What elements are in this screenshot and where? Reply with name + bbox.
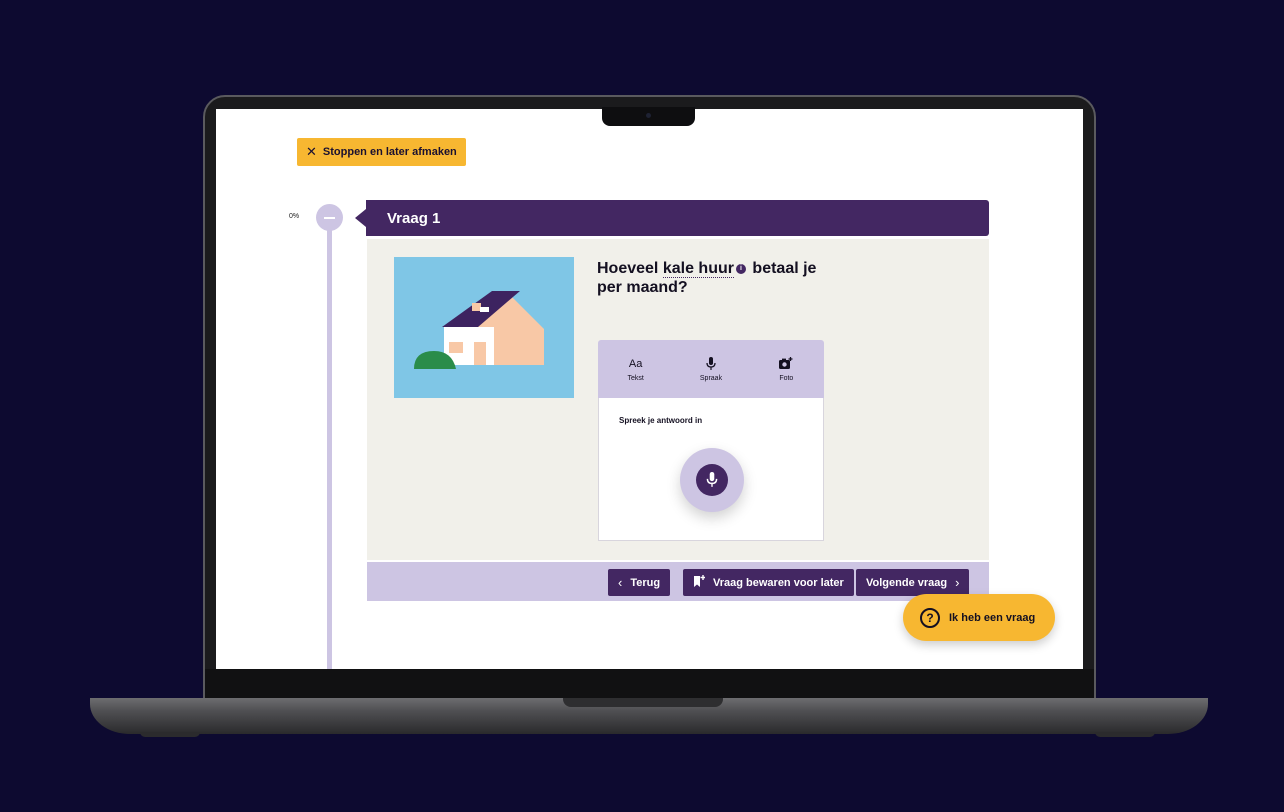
progress-collapse-toggle[interactable]: [316, 204, 343, 231]
progress-track: [327, 221, 332, 669]
microphone-icon: [706, 356, 716, 371]
question-number: Vraag 1: [387, 209, 441, 227]
answer-instruction: Spreek je antwoord in: [619, 416, 703, 425]
question-mark-icon: ?: [920, 607, 940, 628]
laptop-opening-notch: [563, 698, 723, 707]
tab-speech-label: Spraak: [699, 374, 723, 382]
laptop-foot-right: [1095, 732, 1155, 737]
tab-text-label: Tekst: [627, 374, 644, 382]
camera-plus-icon: [779, 357, 793, 371]
text-icon: Aa: [628, 357, 643, 370]
chevron-left-icon: ‹: [618, 575, 623, 590]
screen-bezel-bottom: [205, 669, 1094, 699]
camera-notch: [602, 107, 695, 126]
answer-type-tabs: Aa Tekst Spraak Foto: [598, 340, 824, 398]
camera-icon: [646, 113, 651, 118]
record-button[interactable]: [680, 448, 744, 512]
question-text: Hoeveel kale huur i betaal je per maand?: [597, 259, 827, 297]
info-icon[interactable]: i: [735, 263, 746, 274]
help-button[interactable]: ? Ik heb een vraag: [903, 594, 1055, 641]
tab-speech[interactable]: Spraak: [673, 340, 748, 398]
stop-button-label: Stoppen en later afmaken: [322, 146, 457, 158]
back-button-label: Terug: [630, 576, 661, 589]
help-button-label: Ik heb een vraag: [949, 611, 1036, 624]
chevron-right-icon: ›: [955, 575, 960, 590]
speech-answer-box: Spreek je antwoord in: [598, 398, 824, 541]
save-for-later-button[interactable]: Vraag bewaren voor later: [683, 569, 854, 596]
close-icon: ✕: [306, 144, 317, 159]
tab-text[interactable]: Aa Tekst: [598, 340, 673, 398]
question-navigation: ‹ Terug Vraag bewaren voor later Volgend…: [367, 562, 989, 601]
question-header: Vraag 1: [355, 200, 989, 236]
tab-photo[interactable]: Foto: [749, 340, 824, 398]
save-button-label: Vraag bewaren voor later: [713, 576, 844, 589]
laptop-foot-left: [140, 732, 200, 737]
question-text-start: Hoeveel: [597, 260, 659, 277]
progress-percentage: 0%: [289, 213, 300, 220]
minus-icon: [324, 216, 335, 219]
laptop-screen: ✕ Stoppen en later afmaken 0% Vraag 1 Ho…: [216, 109, 1083, 669]
next-question-button[interactable]: Volgende vraag ›: [856, 569, 970, 596]
house-illustration: [394, 257, 574, 398]
back-button[interactable]: ‹ Terug: [608, 569, 671, 596]
next-button-label: Volgende vraag: [866, 576, 948, 589]
bookmark-plus-icon: [693, 574, 705, 591]
question-panel: Hoeveel kale huur i betaal je per maand? …: [367, 239, 989, 560]
stop-and-finish-later-button[interactable]: ✕ Stoppen en later afmaken: [297, 138, 466, 166]
term-kale-huur[interactable]: kale huur: [662, 260, 734, 278]
tab-photo-label: Foto: [779, 374, 794, 382]
record-microphone-icon: [696, 464, 728, 496]
